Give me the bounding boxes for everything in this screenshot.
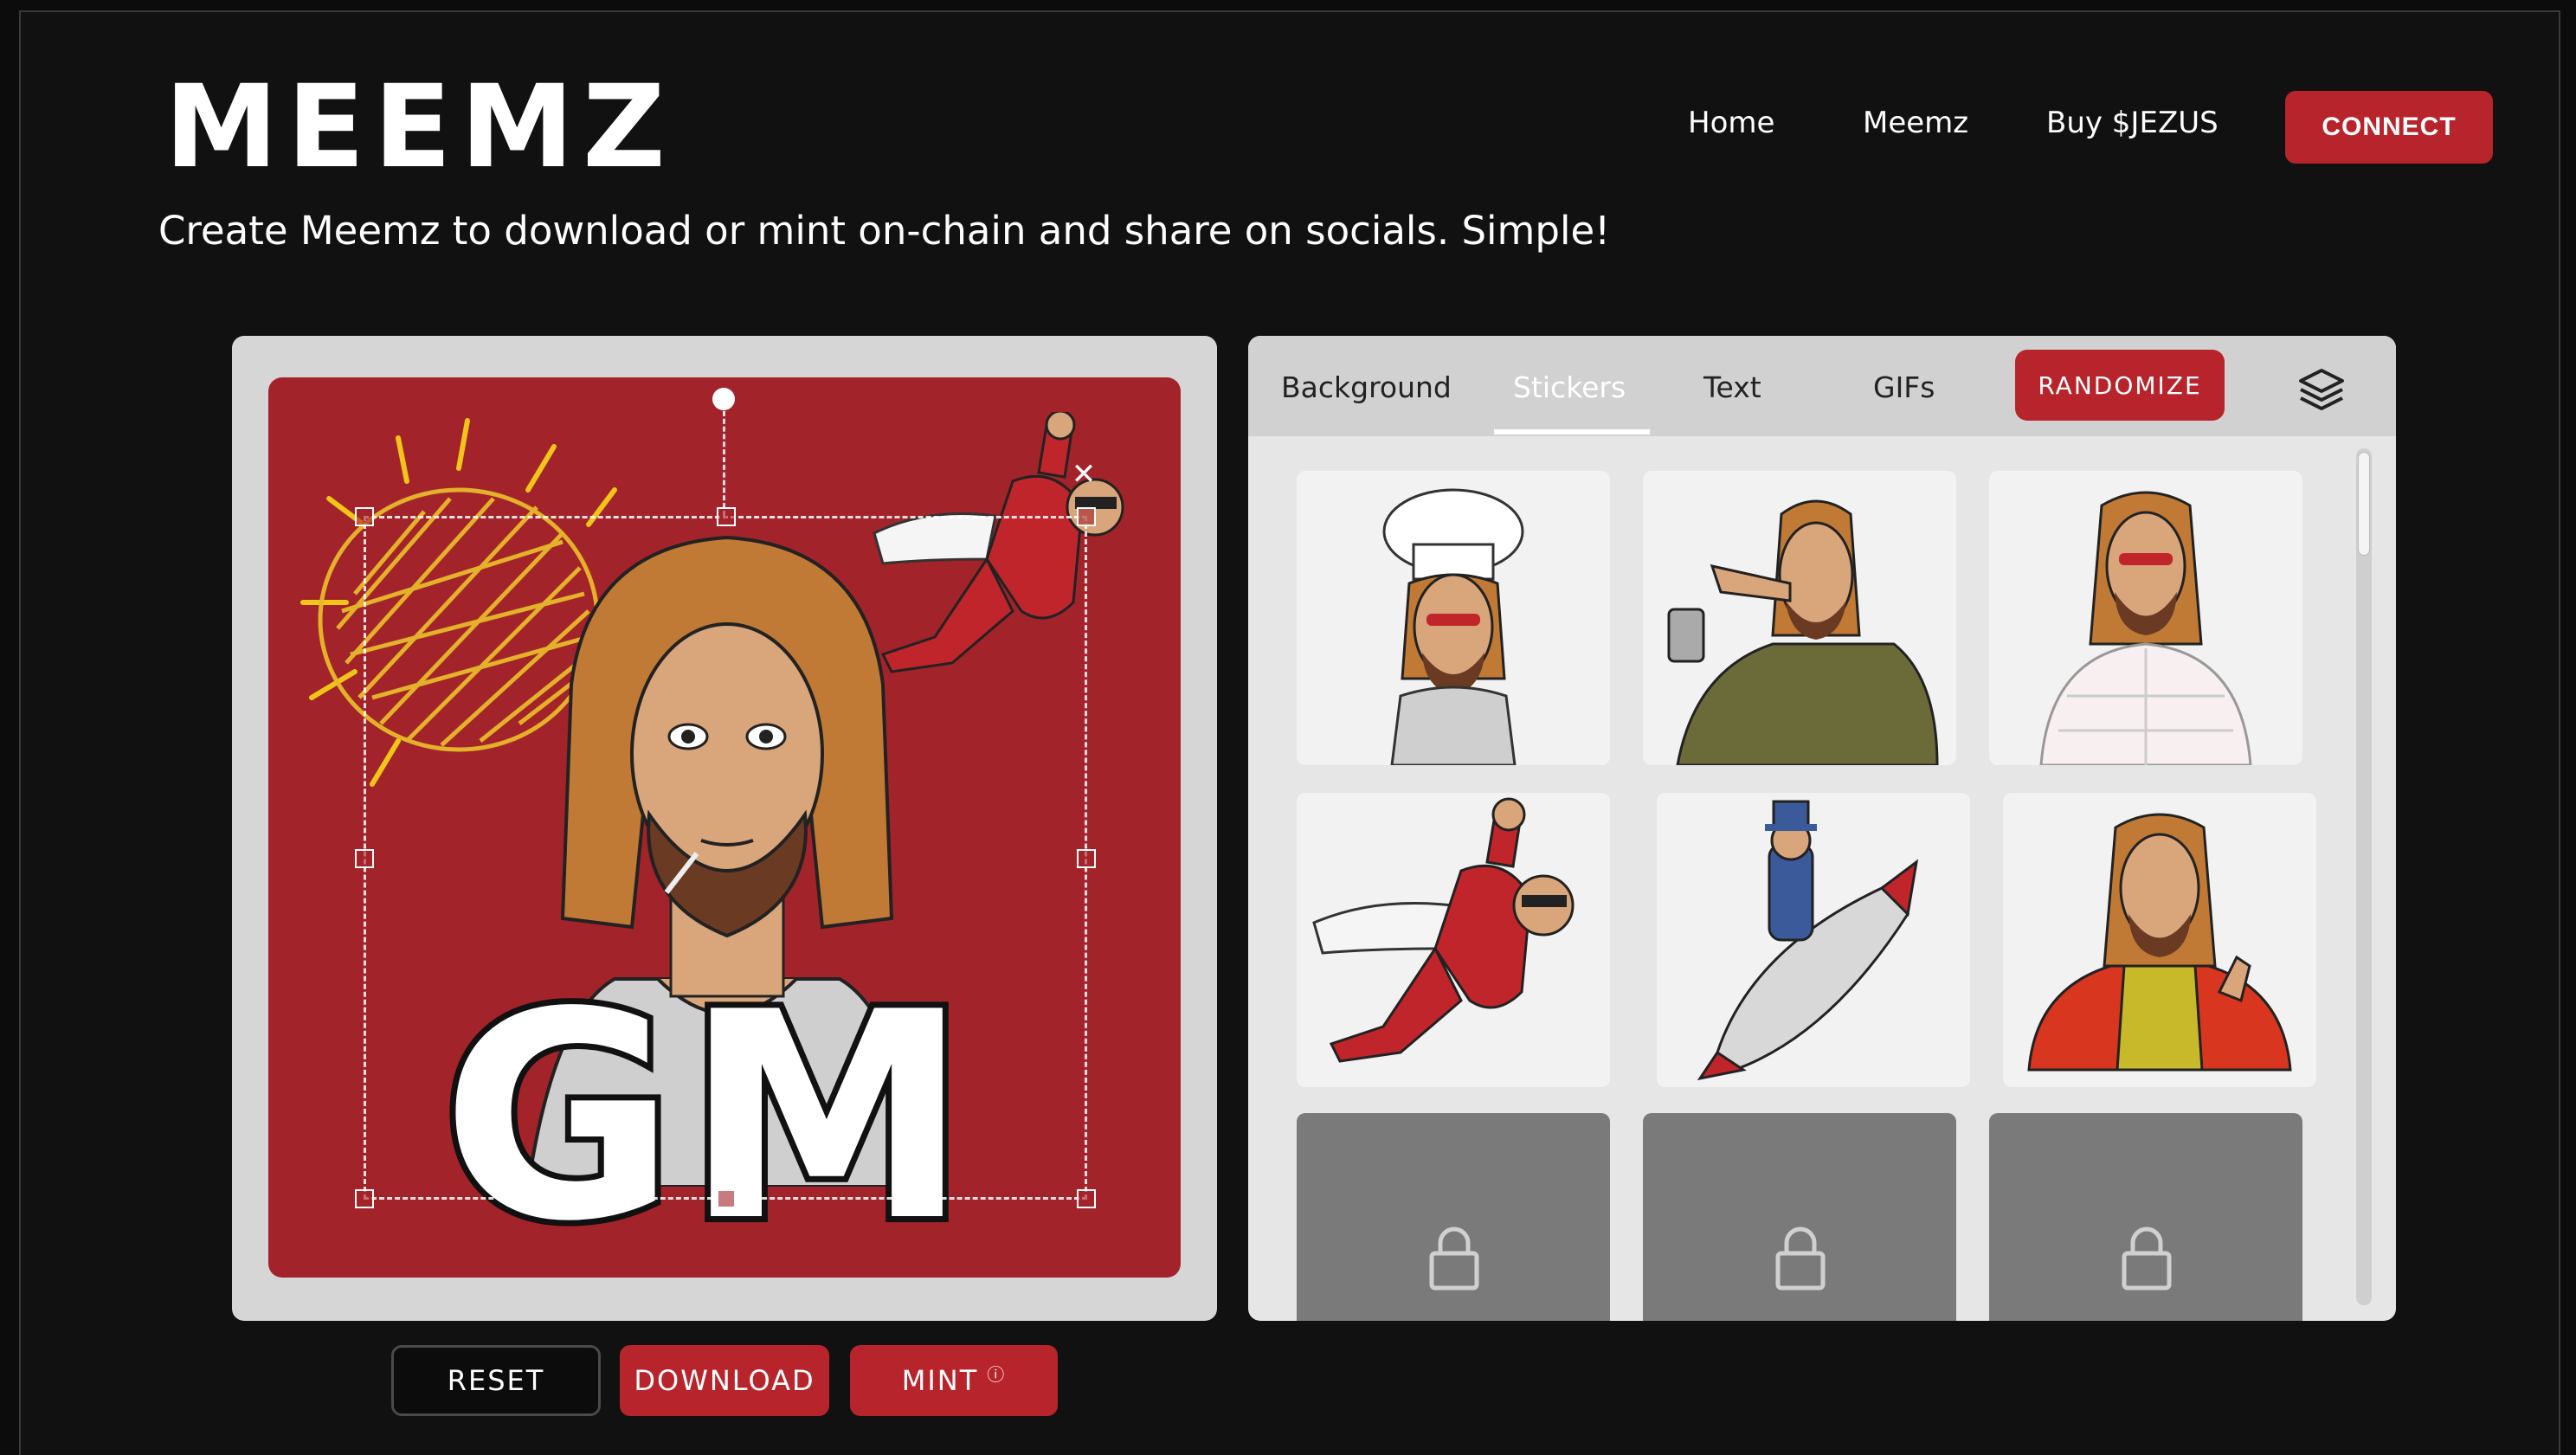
info-icon[interactable]: ⓘ [987,1361,1006,1386]
resize-handle-br[interactable] [1077,1189,1096,1208]
sticker-locked-1[interactable] [1297,1113,1610,1321]
lock-icon [2122,1226,2172,1291]
tab-stickers[interactable]: Stickers [1513,370,1626,404]
lock-icon [1775,1226,1826,1291]
canvas-panel: ✕ GM [232,336,1217,1321]
resize-handle-ml[interactable] [355,849,374,868]
nav-home[interactable]: Home [1688,106,1774,140]
active-tab-indicator [1494,429,1650,435]
meme-canvas[interactable]: ✕ GM [268,377,1181,1278]
sticker-scrollbar[interactable] [2356,448,2372,1305]
tab-gifs[interactable]: GIFs [1873,370,1935,404]
sticker-red-jacket[interactable] [2003,793,2316,1087]
resize-handle-tm[interactable] [717,507,736,526]
logo[interactable]: MEEMZ [164,61,674,194]
tab-bar: Background Stickers Text GIFs RANDOMIZE [1248,336,2396,436]
lock-icon [1429,1226,1479,1291]
download-button[interactable]: DOWNLOAD [620,1345,829,1416]
selection-box[interactable] [355,507,1096,1208]
sticker-panel: Background Stickers Text GIFs RANDOMIZE [1248,336,2396,1321]
close-icon[interactable]: ✕ [1066,457,1101,492]
resize-handle-mr[interactable] [1077,849,1096,868]
randomize-button[interactable]: RANDOMIZE [2015,350,2225,421]
sticker-locked-3[interactable] [1989,1113,2302,1321]
rotate-line [723,403,725,516]
resize-handle-bl[interactable] [355,1189,374,1208]
mint-label: MINT [901,1364,979,1397]
sticker-superhero[interactable] [1297,793,1610,1087]
resize-handle-bm[interactable] [717,1189,736,1208]
tab-background[interactable]: Background [1281,370,1452,404]
rotate-handle[interactable] [712,388,735,410]
sticker-rocket-rider[interactable] [1657,793,1970,1087]
tagline: Create Meemz to download or mint on-chai… [158,208,1611,254]
mint-button[interactable]: MINT ⓘ [850,1345,1058,1416]
layers-icon[interactable] [2296,364,2347,415]
sticker-pointing[interactable] [1643,471,1956,765]
sticker-puffer-jacket[interactable] [1989,471,2302,765]
sticker-chef[interactable] [1297,471,1610,765]
connect-button[interactable]: CONNECT [2285,91,2493,164]
nav-meemz[interactable]: Meemz [1863,106,1968,140]
scroll-thumb[interactable] [2358,452,2370,556]
sticker-locked-2[interactable] [1643,1113,1956,1321]
resize-handle-tr[interactable] [1077,507,1096,526]
nav-buy-jezus[interactable]: Buy $JEZUS [2046,106,2219,140]
reset-button[interactable]: RESET [391,1345,601,1416]
tab-text[interactable]: Text [1703,370,1761,404]
resize-handle-tl[interactable] [355,507,374,526]
